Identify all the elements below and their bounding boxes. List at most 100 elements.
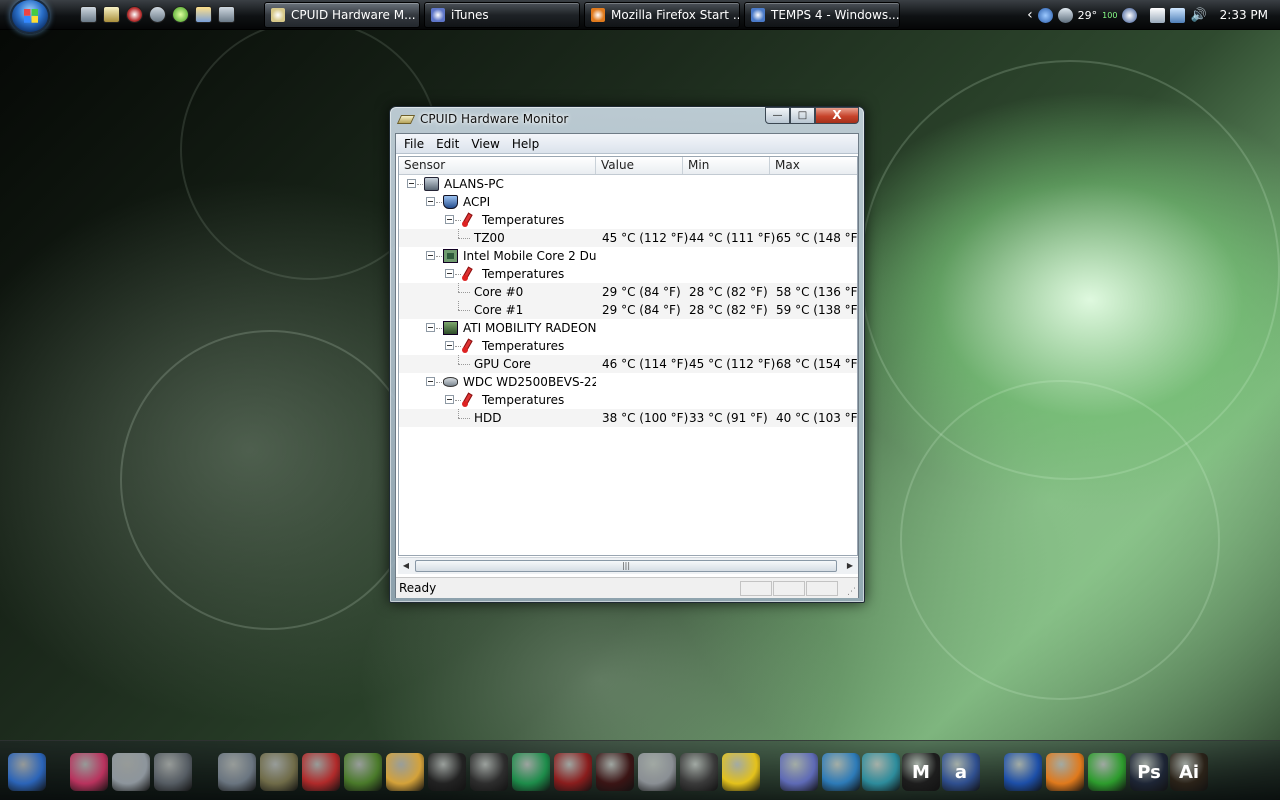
sensor-label: HDD xyxy=(474,411,502,425)
collapse-icon[interactable] xyxy=(426,197,435,206)
collapse-icon[interactable] xyxy=(426,323,435,332)
menu-help[interactable]: Help xyxy=(506,137,545,151)
tree-node[interactable]: ATI MOBILITY RADEON... xyxy=(399,319,857,337)
volume-icon[interactable]: 🔊 xyxy=(1190,8,1206,23)
film-icon[interactable] xyxy=(154,753,192,791)
close-button[interactable]: X xyxy=(815,107,859,124)
menu-edit[interactable]: Edit xyxy=(430,137,465,151)
m-icon[interactable]: M xyxy=(902,753,940,791)
quake-icon[interactable] xyxy=(344,753,382,791)
call-of-duty-icon[interactable] xyxy=(260,753,298,791)
gpu-icon xyxy=(443,321,458,335)
taskbar-button[interactable]: CPUID Hardware M... xyxy=(264,2,420,28)
refresh-icon[interactable] xyxy=(822,753,860,791)
column-value[interactable]: Value xyxy=(596,157,683,174)
resize-grip-icon[interactable]: ⋰ xyxy=(847,587,856,597)
tree-node[interactable]: Temperatures xyxy=(399,391,857,409)
collapse-icon[interactable] xyxy=(426,251,435,260)
star-icon[interactable] xyxy=(302,753,340,791)
column-min[interactable]: Min xyxy=(683,157,770,174)
scroll-right-arrow-icon[interactable]: ▶ xyxy=(845,561,855,571)
scroll-thumb[interactable]: ||| xyxy=(415,560,837,572)
sensor-row[interactable]: Core #1 29 °C (84 °F) 28 °C (82 °F) 59 °C (… xyxy=(399,301,857,319)
sensor-row[interactable]: GPU Core 46 °C (114 °F) 45 °C (112 °F) 68 °… xyxy=(399,355,857,373)
winged-emblem-icon[interactable] xyxy=(554,753,592,791)
quick-launch-app-icon[interactable] xyxy=(103,6,120,23)
sensor-cell: Temperatures xyxy=(399,211,596,229)
halo-icon[interactable] xyxy=(218,753,256,791)
tree-connector xyxy=(458,229,459,238)
tree-connector xyxy=(458,238,470,239)
collapse-icon[interactable] xyxy=(445,269,454,278)
tray-expand-icon[interactable]: ‹ xyxy=(1027,7,1033,23)
menu-file[interactable]: File xyxy=(398,137,430,151)
tray-a-icon[interactable] xyxy=(1122,7,1138,23)
clock[interactable]: 2:33 PM xyxy=(1220,8,1268,22)
sensor-row[interactable]: Core #0 29 °C (84 °F) 28 °C (82 °F) 58 °C (… xyxy=(399,283,857,301)
illustrator-icon[interactable]: Ai xyxy=(1170,753,1208,791)
menu-view[interactable]: View xyxy=(465,137,505,151)
gear-icon[interactable] xyxy=(1057,7,1073,23)
collapse-icon[interactable] xyxy=(445,215,454,224)
sensor-row[interactable]: TZ00 45 °C (112 °F) 44 °C (111 °F) 65 °C (1… xyxy=(399,229,857,247)
tree-node[interactable]: ALANS-PC xyxy=(399,175,857,193)
mercenaries-icon[interactable] xyxy=(470,753,508,791)
serious-sam-icon[interactable] xyxy=(722,753,760,791)
vlc-icon[interactable] xyxy=(1046,753,1084,791)
quick-launch-app-icon[interactable] xyxy=(126,6,143,23)
show-desktop-icon[interactable] xyxy=(80,6,97,23)
maximize-button[interactable]: □ xyxy=(790,107,815,124)
gear-icon[interactable] xyxy=(149,6,166,23)
water-drop-icon[interactable] xyxy=(862,753,900,791)
tree-node[interactable]: WDC WD2500BEVS-22U... xyxy=(399,373,857,391)
power-icon[interactable] xyxy=(1150,7,1166,23)
quick-launch-app-icon[interactable] xyxy=(172,6,189,23)
column-max[interactable]: Max xyxy=(770,157,857,174)
taskbar-button[interactable]: TEMPS 4 - Windows... xyxy=(744,2,900,28)
photoshop-icon[interactable]: Ps xyxy=(1130,753,1168,791)
sensor-max: 59 °C (138 °F) xyxy=(776,303,858,317)
a-icon[interactable]: a xyxy=(942,753,980,791)
tree-node[interactable]: Temperatures xyxy=(399,337,857,355)
globe-icon[interactable] xyxy=(8,753,46,791)
column-sensor[interactable]: Sensor xyxy=(399,157,596,174)
gta-icon[interactable] xyxy=(680,753,718,791)
tray-temperature[interactable]: 29° xyxy=(1078,9,1098,22)
tree-node[interactable]: Intel Mobile Core 2 Duo... xyxy=(399,247,857,265)
network-icon[interactable] xyxy=(1170,7,1186,23)
max-payne-icon[interactable] xyxy=(596,753,634,791)
horizontal-scrollbar[interactable]: ◀ ||| ▶ xyxy=(398,557,858,574)
itunes-icon[interactable] xyxy=(780,753,818,791)
tray-app-icon[interactable] xyxy=(1037,7,1053,23)
sensor-max: 68 °C (154 °F) xyxy=(776,357,858,371)
start-button[interactable] xyxy=(10,0,50,34)
minimize-button[interactable]: — xyxy=(765,107,790,124)
title-bar[interactable]: CPUID Hardware Monitor — □ X xyxy=(390,107,864,131)
car-icon[interactable] xyxy=(638,753,676,791)
vault-boy-icon[interactable] xyxy=(386,753,424,791)
sensor-tree-list[interactable]: Sensor Value Min Max ALANS-PC ACPI Tempera… xyxy=(398,156,858,556)
green-box-icon[interactable] xyxy=(512,753,550,791)
taskbar-button[interactable]: Mozilla Firefox Start ... xyxy=(584,2,740,28)
tree-node[interactable]: Temperatures xyxy=(399,211,857,229)
cpuid-app-icon[interactable] xyxy=(397,112,415,126)
messenger-icon[interactable] xyxy=(1088,753,1126,791)
taskbar-button[interactable]: iTunes xyxy=(424,2,580,28)
wmp-icon[interactable] xyxy=(1004,753,1042,791)
collapse-icon[interactable] xyxy=(445,341,454,350)
drive-icon[interactable] xyxy=(112,753,150,791)
black-star-icon[interactable] xyxy=(428,753,466,791)
quick-launch-app-icon[interactable] xyxy=(218,6,235,23)
tray-meter[interactable]: 100 xyxy=(1102,11,1117,20)
tree-connector xyxy=(458,355,459,364)
collapse-icon[interactable] xyxy=(426,377,435,386)
sensor-row[interactable]: HDD 38 °C (100 °F) 33 °C (91 °F) 40 °C (103… xyxy=(399,409,857,427)
collapse-icon[interactable] xyxy=(445,395,454,404)
collapse-icon[interactable] xyxy=(407,179,416,188)
scroll-left-arrow-icon[interactable]: ◀ xyxy=(401,561,411,571)
tree-node[interactable]: Temperatures xyxy=(399,265,857,283)
sensor-max: 58 °C (136 °F) xyxy=(776,285,858,299)
quick-launch-app-icon[interactable] xyxy=(195,6,212,23)
tree-node[interactable]: ACPI xyxy=(399,193,857,211)
monitor-icon[interactable] xyxy=(70,753,108,791)
